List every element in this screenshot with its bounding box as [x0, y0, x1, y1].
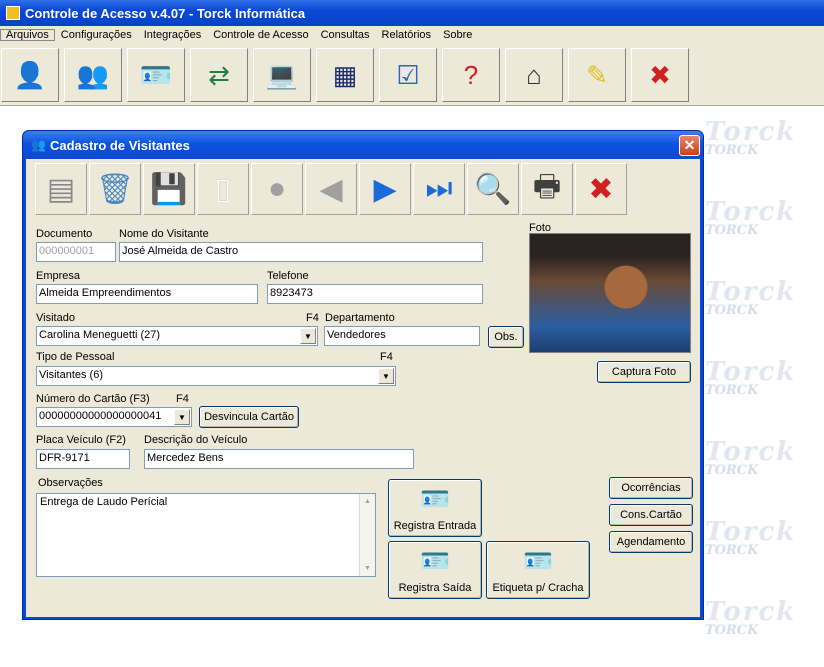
search-icon[interactable]: 🔍 — [467, 163, 519, 215]
telefone-label: Telefone — [267, 270, 309, 282]
departamento-field[interactable]: Vendedores — [324, 326, 480, 346]
cartao-value: 00000000000000000041 — [39, 410, 162, 422]
empresa-label: Empresa — [36, 270, 81, 282]
menu-arquivos[interactable]: Arquivos — [0, 29, 55, 41]
observacoes-scrollbar[interactable]: ▲ ▼ — [359, 494, 375, 576]
visitado-value: Carolina Meneguetti (27) — [39, 329, 161, 341]
empresa-field[interactable]: Almeida Empreendimentos — [36, 284, 258, 304]
checklist-icon[interactable]: ☑ — [379, 48, 437, 102]
turnstile-icon[interactable]: ⌂ — [505, 48, 563, 102]
who-is-icon[interactable]: ? — [442, 48, 500, 102]
recycle-bin-icon[interactable]: 🗑 — [89, 163, 141, 215]
documento-label: Documento — [36, 228, 93, 240]
telefone-field[interactable]: 8923473 — [267, 284, 483, 304]
nome-label: Nome do Visitante — [119, 228, 209, 240]
app-icon — [6, 6, 20, 20]
tipo-pessoal-select[interactable]: Visitantes (6) ▼ — [36, 366, 396, 386]
cartao-label: Número do Cartão (F3) — [36, 393, 150, 405]
watermark-logo: Torck TORCK — [705, 517, 797, 558]
close-icon[interactable]: ✕ — [679, 135, 700, 156]
cartao-select[interactable]: 00000000000000000041 ▼ — [36, 407, 192, 427]
menu-controle-de-acesso[interactable]: Controle de Acesso — [207, 29, 314, 41]
badge-in-icon: 🪪 — [420, 486, 450, 513]
chevron-down-icon[interactable]: ▼ — [174, 409, 190, 425]
visitado-f4-hint: F4 — [306, 312, 319, 324]
observacoes-textarea[interactable]: Entrega de Laudo Perícial ▲ ▼ — [36, 493, 376, 577]
agendamento-button[interactable]: Agendamento — [609, 531, 693, 553]
menu-sobre[interactable]: Sobre — [437, 29, 478, 41]
tipo-pessoal-label: Tipo de Pessoal — [36, 351, 115, 363]
watermark-logo: Torck TORCK — [705, 357, 797, 398]
menu-consultas[interactable]: Consultas — [315, 29, 376, 41]
visitor-registration-dialog: 👥 Cadastro de Visitantes ✕ ▤ 🗑 💾 ▯ ● ◀ ▶… — [22, 130, 704, 620]
visitors-icon[interactable]: 👥 — [64, 48, 122, 102]
cancel-icon[interactable]: ✖ — [575, 163, 627, 215]
menu-relatorios[interactable]: Relatórios — [376, 29, 438, 41]
departamento-label: Departamento — [325, 312, 395, 324]
visitado-select[interactable]: Carolina Meneguetti (27) ▼ — [36, 326, 318, 346]
registra-entrada-button[interactable]: 🪪 Registra Entrada — [388, 479, 482, 537]
scroll-up-icon[interactable]: ▲ — [360, 494, 375, 509]
dialog-title: Cadastro de Visitantes — [49, 137, 190, 153]
badge-out-icon: 🪪 — [420, 548, 450, 575]
stop-icon: ● — [251, 163, 303, 215]
observacoes-label: Observações — [38, 477, 103, 489]
observacoes-value: Entrega de Laudo Perícial — [40, 496, 168, 508]
visitado-label: Visitado — [36, 312, 75, 324]
save-floppy-icon[interactable]: 💾 — [143, 163, 195, 215]
dialog-body: ▤ 🗑 💾 ▯ ● ◀ ▶ ⏭ 🔍 🖶 ✖ Documento 00000000… — [26, 159, 700, 617]
scroll-down-icon[interactable]: ▼ — [360, 561, 375, 576]
next-icon[interactable]: ▶ — [359, 163, 411, 215]
dialog-title-bar: 👥 Cadastro de Visitantes ✕ — [23, 131, 703, 159]
cartao-f4-hint: F4 — [176, 393, 189, 405]
badge-edit-icon[interactable]: 🪪 — [127, 48, 185, 102]
app-title-bar: Controle de Acesso v.4.07 - Torck Inform… — [0, 0, 824, 26]
nome-field[interactable]: José Almeida de Castro — [119, 242, 483, 262]
desvincula-cartao-button[interactable]: Desvincula Cartão — [199, 406, 299, 428]
watermark-logo: Torck TORCK — [705, 437, 797, 478]
employees-icon[interactable]: 👤 — [1, 48, 59, 102]
watermark-logo: Torck TORCK — [705, 277, 797, 318]
etiqueta-cracha-label: Etiqueta p/ Cracha — [492, 582, 584, 594]
documento-field: 000000001 — [36, 242, 116, 262]
document-list-icon[interactable]: ▤ — [35, 163, 87, 215]
access-terminal-icon[interactable]: ▦ — [316, 48, 374, 102]
exit-icon[interactable]: ✖ — [631, 48, 689, 102]
menu-integracoes[interactable]: Integrações — [138, 29, 207, 41]
obs-button[interactable]: Obs. — [488, 326, 524, 348]
placa-label: Placa Veículo (F2) — [36, 434, 126, 446]
registra-saida-button[interactable]: 🪪 Registra Saída — [388, 541, 482, 599]
watermark-logo: Torck TORCK — [705, 117, 797, 158]
badge-label-icon: 🪪 — [523, 548, 553, 575]
visitors-title-icon: 👥 — [31, 138, 46, 152]
etiqueta-cracha-button[interactable]: 🪪 Etiqueta p/ Cracha — [486, 541, 590, 599]
notes-icon[interactable]: ✎ — [568, 48, 626, 102]
menu-bar: Arquivos Configurações Integrações Contr… — [0, 26, 824, 44]
placa-field[interactable]: DFR-9171 — [36, 449, 130, 469]
app-title: Controle de Acesso v.4.07 - Torck Inform… — [25, 5, 306, 21]
last-record-icon[interactable]: ⏭ — [413, 163, 465, 215]
new-document-icon[interactable]: ▯ — [197, 163, 249, 215]
descricao-label: Descrição do Veículo — [144, 434, 248, 446]
tipo-pessoal-value: Visitantes (6) — [39, 369, 103, 381]
captura-foto-button[interactable]: Captura Foto — [597, 361, 691, 383]
menu-configuracoes[interactable]: Configurações — [55, 29, 138, 41]
previous-icon: ◀ — [305, 163, 357, 215]
computer-icon[interactable]: 💻 — [253, 48, 311, 102]
watermark-logo: Torck TORCK — [705, 597, 797, 638]
printer-icon[interactable]: 🖶 — [521, 163, 573, 215]
ocorrencias-button[interactable]: Ocorrências — [609, 477, 693, 499]
main-toolbar: 👤 👥 🪪 ⇄ 💻 ▦ ☑ ? ⌂ ✎ ✖ — [0, 44, 824, 106]
registra-saida-label: Registra Saída — [398, 582, 472, 594]
watermark-logo: Torck TORCK — [705, 197, 797, 238]
visitor-photo — [529, 233, 691, 353]
registra-entrada-label: Registra Entrada — [393, 520, 477, 532]
cons-cartao-button[interactable]: Cons.Cartão — [609, 504, 693, 526]
sync-icon[interactable]: ⇄ — [190, 48, 248, 102]
tipo-f4-hint: F4 — [380, 351, 393, 363]
chevron-down-icon[interactable]: ▼ — [378, 368, 394, 384]
chevron-down-icon[interactable]: ▼ — [300, 328, 316, 344]
descricao-field[interactable]: Mercedez Bens — [144, 449, 414, 469]
